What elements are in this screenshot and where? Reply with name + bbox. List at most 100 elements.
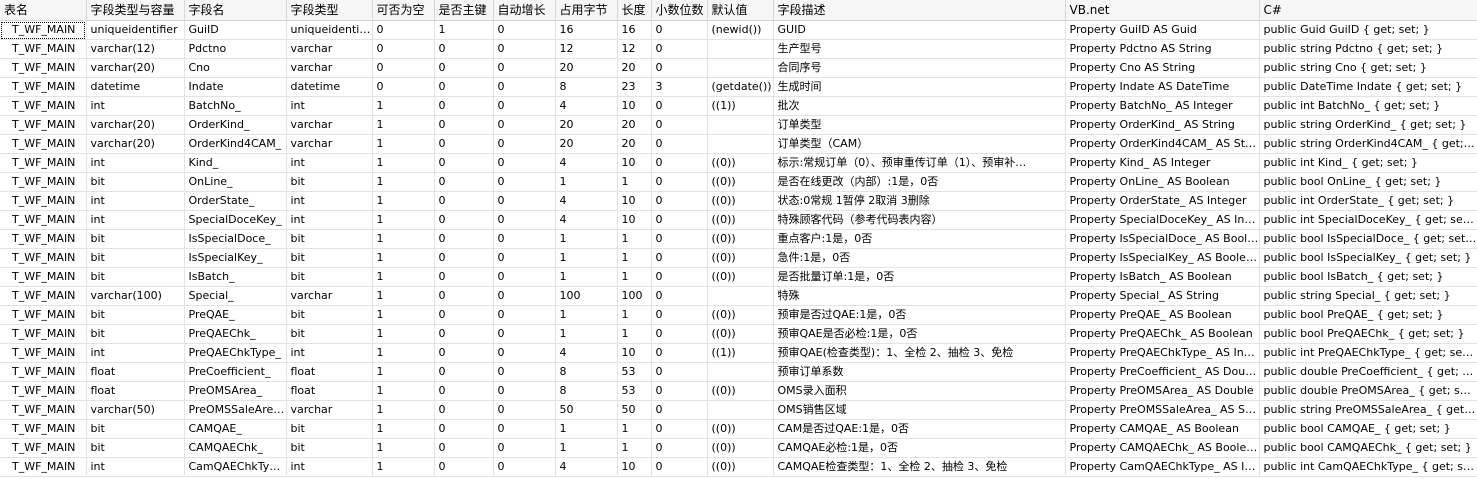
grid-cell[interactable]: 12	[617, 39, 652, 59]
grid-cell[interactable]: IsSpecialKey_	[184, 248, 287, 268]
grid-cell[interactable]: 1	[372, 305, 435, 325]
grid-cell[interactable]: public int BatchNo_ { get; set; }	[1259, 96, 1477, 116]
grid-cell[interactable]: T_WF_MAIN	[0, 153, 87, 173]
grid-cell[interactable]: 1	[372, 115, 435, 135]
grid-cell[interactable]: 16	[555, 20, 618, 40]
grid-cell[interactable]: Property Special_ AS String	[1065, 286, 1260, 306]
grid-cell[interactable]: 1	[372, 362, 435, 382]
grid-cell[interactable]: 8	[555, 77, 618, 97]
grid-cell[interactable]: 0	[493, 134, 556, 154]
grid-cell[interactable]: 20	[555, 58, 618, 78]
grid-cell[interactable]: 23	[617, 77, 652, 97]
grid-cell[interactable]: ((0))	[707, 210, 774, 230]
column-header[interactable]: 可否为空	[372, 0, 435, 21]
grid-cell[interactable]: T_WF_MAIN	[0, 438, 87, 458]
grid-cell[interactable]: public double PreCoefficient_ { get; set…	[1259, 362, 1477, 382]
grid-cell[interactable]: 预审QAE(检查类型)：1、全检 2、抽检 3、免检	[773, 343, 1066, 363]
grid-cell[interactable]: T_WF_MAIN	[0, 115, 87, 135]
grid-cell[interactable]: IsBatch_	[184, 267, 287, 287]
grid-cell[interactable]: 20	[617, 58, 652, 78]
grid-cell[interactable]: 0	[434, 324, 494, 344]
grid-cell[interactable]: ((0))	[707, 153, 774, 173]
grid-cell[interactable]: Property Cno AS String	[1065, 58, 1260, 78]
grid-cell[interactable]: 1	[555, 172, 618, 192]
grid-cell[interactable]: public bool OnLine_ { get; set; }	[1259, 172, 1477, 192]
grid-cell[interactable]	[707, 39, 774, 59]
grid-cell[interactable]: 1	[555, 324, 618, 344]
grid-cell[interactable]: 4	[555, 210, 618, 230]
grid-cell[interactable]: 0	[651, 229, 708, 249]
grid-cell[interactable]: 预审订单系数	[773, 362, 1066, 382]
grid-cell[interactable]: PreQAEChkType_	[184, 343, 287, 363]
grid-cell[interactable]: T_WF_MAIN	[0, 134, 87, 154]
grid-cell[interactable]: ((0))	[707, 229, 774, 249]
grid-cell[interactable]: bit	[286, 229, 373, 249]
grid-cell[interactable]: BatchNo_	[184, 96, 287, 116]
table-row[interactable]: T_WF_MAIN bit IsSpecialDoce_ bit 1 0 0 1 1 0 ((0))…	[0, 229, 1477, 249]
grid-cell[interactable]: ((0))	[707, 267, 774, 287]
grid-cell[interactable]: 0	[493, 324, 556, 344]
grid-cell[interactable]: T_WF_MAIN	[0, 419, 87, 439]
grid-cell[interactable]: ((0))	[707, 172, 774, 192]
grid-cell[interactable]: 0	[434, 267, 494, 287]
grid-cell[interactable]: public bool IsSpecialDoce_ { get; set; }	[1259, 229, 1477, 249]
grid-cell[interactable]: 0	[372, 20, 435, 40]
grid-cell[interactable]: int	[286, 96, 373, 116]
table-row[interactable]: T_WF_MAIN bit OnLine_ bit 1 0 0 1 1 0 ((0)) 是否在线更改（…	[0, 172, 1477, 192]
grid-cell[interactable]: 订单类型（CAM）	[773, 134, 1066, 154]
grid-cell[interactable]: bit	[86, 438, 185, 458]
grid-cell[interactable]: 0	[651, 324, 708, 344]
grid-cell[interactable]: 状态:0常规 1暂停 2取消 3删除	[773, 191, 1066, 211]
grid-cell[interactable]: OMS销售区域	[773, 400, 1066, 420]
grid-cell[interactable]: public string Pdctno { get; set; }	[1259, 39, 1477, 59]
grid-cell[interactable]: 1	[372, 134, 435, 154]
grid-cell[interactable]: 0	[651, 39, 708, 59]
grid-cell[interactable]: 53	[617, 381, 652, 401]
grid-cell[interactable]: 12	[555, 39, 618, 59]
grid-cell[interactable]: public string Special_ { get; set; }	[1259, 286, 1477, 306]
grid-cell[interactable]: T_WF_MAIN	[0, 324, 87, 344]
column-header[interactable]: 是否主键	[434, 0, 494, 21]
table-row[interactable]: T_WF_MAIN int BatchNo_ int 1 0 0 4 10 0 ((1)) 批次 Pro…	[0, 96, 1477, 116]
grid-cell[interactable]: Property PreCoefficient_ AS Double	[1065, 362, 1260, 382]
grid-cell[interactable]: Property PreOMSSaleArea_ AS String	[1065, 400, 1260, 420]
grid-cell[interactable]: 0	[434, 438, 494, 458]
table-row[interactable]: T_WF_MAIN varchar(20) OrderKind_ varchar 1 0 0…	[0, 115, 1477, 135]
grid-cell[interactable]: bit	[286, 419, 373, 439]
grid-cell[interactable]: 3	[651, 77, 708, 97]
table-row[interactable]: T_WF_MAIN float PreCoefficient_ float 1 0 0 8 53…	[0, 362, 1477, 382]
grid-cell[interactable]: int	[286, 457, 373, 477]
grid-cell[interactable]: 1	[617, 248, 652, 268]
grid-cell[interactable]: Property Kind_ AS Integer	[1065, 153, 1260, 173]
grid-cell[interactable]	[707, 362, 774, 382]
grid-cell[interactable]: ((0))	[707, 248, 774, 268]
grid-cell[interactable]: 0	[493, 115, 556, 135]
grid-cell[interactable]: 0	[434, 153, 494, 173]
grid-cell[interactable]: datetime	[286, 77, 373, 97]
grid-cell[interactable]: bit	[286, 267, 373, 287]
grid-cell[interactable]: 0	[651, 457, 708, 477]
column-header[interactable]: 字段类型与容量	[86, 0, 185, 21]
grid-cell[interactable]: 20	[617, 115, 652, 135]
grid-cell[interactable]: 0	[493, 438, 556, 458]
grid-cell[interactable]	[707, 400, 774, 420]
grid-cell[interactable]: public DateTime Indate { get; set; }	[1259, 77, 1477, 97]
grid-cell[interactable]: 1	[617, 305, 652, 325]
grid-cell[interactable]: 10	[617, 153, 652, 173]
grid-cell[interactable]	[707, 115, 774, 135]
grid-cell[interactable]: 4	[555, 457, 618, 477]
grid-cell[interactable]: 0	[434, 248, 494, 268]
grid-cell[interactable]: 0	[434, 381, 494, 401]
table-row[interactable]: T_WF_MAIN varchar(20) Cno varchar 0 0 0 20 20 0 合同…	[0, 58, 1477, 78]
table-row[interactable]: T_WF_MAIN varchar(20) OrderKind4CAM_ varcha…	[0, 134, 1477, 154]
grid-cell[interactable]: public int SpecialDoceKey_ { get; set; }	[1259, 210, 1477, 230]
grid-cell[interactable]: int	[86, 457, 185, 477]
grid-cell[interactable]: Property Pdctno AS String	[1065, 39, 1260, 59]
grid-cell[interactable]: 20	[555, 115, 618, 135]
grid-cell[interactable]: 1	[372, 248, 435, 268]
grid-cell[interactable]: 4	[555, 343, 618, 363]
grid-cell[interactable]: 0	[434, 77, 494, 97]
grid-cell[interactable]: 0	[493, 229, 556, 249]
grid-cell[interactable]: 0	[434, 134, 494, 154]
grid-cell[interactable]: T_WF_MAIN	[0, 77, 87, 97]
